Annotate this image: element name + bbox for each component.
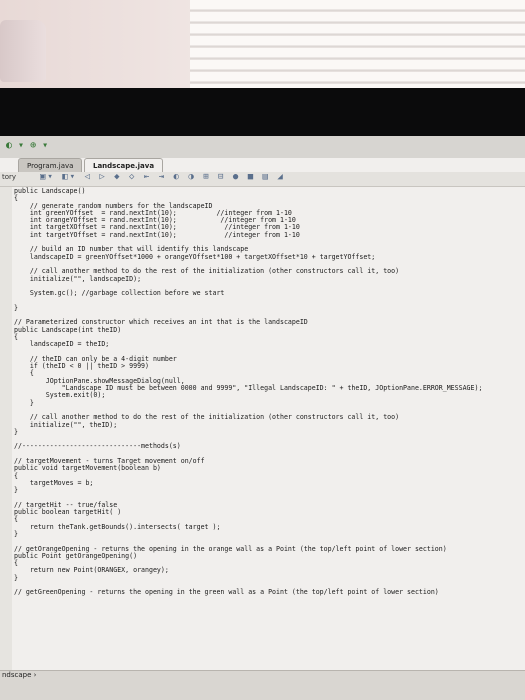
- code-line: targetMoves = b;: [14, 478, 94, 487]
- code-line: System.exit(0);: [14, 391, 106, 400]
- code-line: }: [14, 427, 18, 436]
- toolbar-icons[interactable]: ▣▾ ◧▾ ◁ ▷ ◆ ◇ ⇤ ⇥ ◐ ◑ ⊞ ⊟ ● ■ ▤ ◢: [40, 172, 285, 182]
- code-line: }: [14, 398, 34, 407]
- tab-program-java[interactable]: Program.java: [18, 158, 83, 173]
- breadcrumb[interactable]: ndscape ›: [2, 671, 36, 679]
- code-line: return new Point(ORANGEX, orangey);: [14, 566, 169, 575]
- editor-toolbar: tory ▣▾ ◧▾ ◁ ▷ ◆ ◇ ⇤ ⇥ ◐ ◑ ⊞ ⊟ ● ■ ▤ ◢: [0, 172, 525, 187]
- code-line: }: [14, 573, 18, 582]
- code-line: landscapeID = theID;: [14, 340, 110, 349]
- code-line: public Landscape(): [14, 187, 86, 195]
- code-line: //------------------------------methods(…: [14, 442, 181, 451]
- code-line: int targetYOffset = rand.nextInt(10); //…: [14, 230, 300, 239]
- monitor-bezel: [0, 88, 525, 136]
- code-line: public void targetMovement(boolean b): [14, 464, 161, 473]
- code-line: public Point getOrangeOpening(): [14, 551, 138, 560]
- run-icon[interactable]: ◐ ▾ ⊕ ▾: [6, 140, 48, 151]
- code-line: landscapeID = greenYOffset*1000 + orange…: [14, 252, 376, 261]
- code-line: System.gc(); //garbage collection before…: [14, 289, 225, 298]
- code-line: initialize("", landscapeID);: [14, 274, 142, 283]
- mug: [0, 20, 46, 82]
- code-line: }: [14, 303, 18, 312]
- code-line: public boolean targetHit( ): [14, 508, 122, 517]
- ide-window: ◐ ▾ ⊕ ▾ Program.java Landscape.java tory…: [0, 136, 525, 700]
- code-line: // getGreenOpening - returns the opening…: [14, 588, 439, 597]
- title-area: ◐ ▾ ⊕ ▾: [0, 136, 525, 158]
- line-gutter: [0, 187, 12, 687]
- code-line: return theTank.getBounds().intersects( t…: [14, 522, 221, 531]
- code-line: if (theID < 0 || theID > 9999): [14, 362, 149, 371]
- code-line: }: [14, 486, 18, 495]
- code-line: initialize("", theID);: [14, 420, 118, 429]
- status-bar: ndscape ›: [0, 670, 525, 700]
- code-line: public Landscape(int theID): [14, 325, 122, 334]
- photo-background: [0, 0, 525, 88]
- window-blinds: [190, 0, 525, 88]
- tab-landscape-java[interactable]: Landscape.java: [84, 158, 164, 173]
- code-line: }: [14, 529, 18, 538]
- toolbar-label: tory: [2, 173, 17, 181]
- code-editor[interactable]: public Landscape(){ // generate random n…: [14, 187, 519, 597]
